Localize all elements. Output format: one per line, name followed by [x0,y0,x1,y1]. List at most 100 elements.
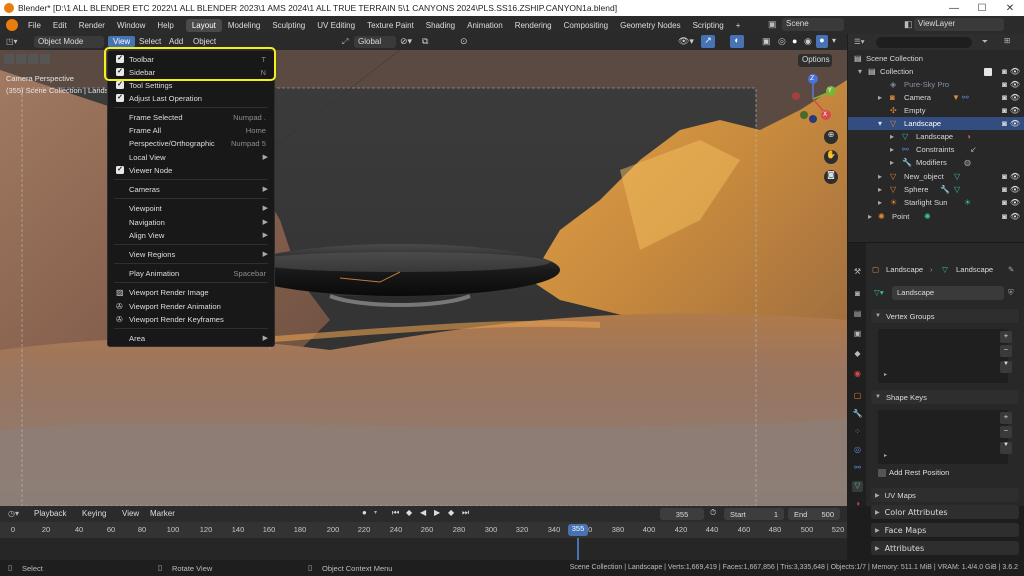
exclude-checkbox[interactable] [984,67,992,76]
menu-item-perspective-orthographic[interactable]: Perspective/Orthographic Numpad 5 [108,137,274,149]
add-vertex-group-button[interactable]: + [1000,331,1012,343]
select-extend-icon[interactable] [16,54,26,64]
tab-shading[interactable]: Shading [420,19,461,32]
filter-icon[interactable]: ⏷ [982,37,988,47]
transform-orientation-selector[interactable]: Global [354,36,396,48]
menu-item-viewer-node[interactable]: ✓ Viewer Node [108,164,274,176]
pin-icon[interactable]: ✎ [1008,265,1014,274]
outliner-row-collection[interactable]: ▾ ▤ Collection ◙ 👁 [848,65,1024,78]
modifiers-tab-icon[interactable]: 🔧 [852,409,863,420]
outliner-row-landscape[interactable]: ▾ ▽ Landscape ◙ 👁 [848,117,1024,130]
menu-marker[interactable]: Marker [150,509,175,518]
vertex-group-menu-icon[interactable]: ▼ [1000,361,1012,373]
menu-render[interactable]: Render [73,21,111,30]
zoom-icon[interactable]: ⊕ [824,130,838,144]
menu-item-cameras[interactable]: Cameras ▶ [108,183,274,195]
panel-face-maps-header[interactable]: ▶ Face Maps [871,523,1019,537]
play-reverse-icon[interactable]: ◀ [420,508,426,517]
outliner-row-camera[interactable]: ▸ ◙ Camera ▼ ⚯ ◙ 👁 [848,91,1024,104]
stopwatch-icon[interactable]: ⏱ [710,508,716,518]
menu-item-local-view[interactable]: Local View ▶ [108,151,274,163]
menu-item-align-view[interactable]: Align View ▶ [108,229,274,241]
material-shading-icon[interactable]: ◉ [804,36,812,47]
menu-timeline-view[interactable]: View [122,509,139,518]
new-collection-icon[interactable]: ⊞ [1004,36,1010,45]
jump-end-icon[interactable]: ⏭ [462,508,469,518]
render-toggle-icon[interactable]: ◙ [1002,93,1007,102]
render-toggle-icon[interactable]: ◙ [1002,119,1007,128]
menu-item-view-regions[interactable]: View Regions ▶ [108,248,274,260]
menu-item-adjust-last-operation[interactable]: ✓ Adjust Last Operation [108,92,274,104]
start-frame-field[interactable]: Start 1 [724,508,784,520]
shield-icon[interactable]: ⛨ [1008,288,1014,298]
object-tab-icon[interactable]: ▢ [852,391,863,402]
jump-start-icon[interactable]: ⏮ [392,508,399,518]
add-shape-key-button[interactable]: + [1000,412,1012,424]
pivot-point-icon[interactable]: ⊘▾ [400,36,412,47]
expand-arrow-icon[interactable]: ▾ [878,119,882,128]
tab-texture-paint[interactable]: Texture Paint [361,19,420,32]
menu-help[interactable]: Help [151,21,179,30]
tab-compositing[interactable]: Compositing [558,19,614,32]
panel-attributes-header[interactable]: ▶ Attributes [871,541,1019,555]
playhead-frame-label[interactable]: 355 [568,524,588,536]
expand-arrow-icon[interactable]: ▸ [890,158,894,167]
expand-arrow-icon[interactable]: ▸ [890,145,894,154]
physics-tab-icon[interactable]: ◎ [852,445,863,456]
pan-hand-icon[interactable]: ✋ [824,150,838,164]
mode-selector[interactable]: Object Mode [34,36,104,48]
timeline-keyframe-area[interactable] [0,538,847,560]
outliner-row-modifiers[interactable]: ▸ 🔧 Modifiers ◍ [848,156,1024,169]
list-resize-icon[interactable]: ▸ [884,452,887,459]
xray-icon[interactable]: ▣ [762,36,771,47]
render-tab-icon[interactable]: ◙ [852,289,863,300]
visibility-eye-icon[interactable]: 👁 [1010,185,1020,194]
panel-vertex-groups-header[interactable]: ▼ Vertex Groups [871,309,1019,323]
world-tab-icon[interactable]: ◉ [852,369,863,380]
tool-tab-icon[interactable]: ⚒ [852,267,863,278]
menu-keying[interactable]: Keying [82,509,106,518]
remove-vertex-group-button[interactable]: − [1000,345,1012,357]
menu-select[interactable]: Select [134,36,166,47]
select-invert-icon[interactable] [40,54,50,64]
outliner-row-starlight-sun[interactable]: ▸ ☀ Starlight Sun ☀ ◙ 👁 [848,196,1024,209]
constraints-tab-icon[interactable]: ⚯ [852,463,863,474]
blender-menu-icon[interactable] [6,19,18,31]
panel-color-attributes-header[interactable]: ▶ Color Attributes [871,505,1019,519]
menu-item-viewport-render-keyframes[interactable]: ✇ Viewport Render Keyframes [108,313,274,325]
render-toggle-icon[interactable]: ◙ [1002,172,1007,181]
visibility-eye-icon[interactable]: 👁 [1010,198,1020,207]
render-toggle-icon[interactable]: ◙ [1002,106,1007,115]
minimize-button[interactable]: — [940,0,968,16]
particles-tab-icon[interactable]: ⁘ [852,427,863,438]
material-tab-icon[interactable]: ◑ [852,499,863,510]
shading-options-icon[interactable]: ▾ [832,36,836,45]
render-toggle-icon[interactable]: ◙ [1002,67,1007,76]
view-layer-tab-icon[interactable]: ▣ [852,329,863,340]
timeline-ruler[interactable]: 0 20 40 60 80 100 120 140 160 180 200 22… [0,522,847,538]
add-workspace-button[interactable]: + [730,19,747,32]
outliner-search-input[interactable] [876,37,972,48]
menu-add[interactable]: Add [164,36,188,47]
tab-geometry-nodes[interactable]: Geometry Nodes [614,19,686,32]
tab-animation[interactable]: Animation [461,19,509,32]
play-icon[interactable]: ▶ [434,508,440,517]
overlay-toggle-icon[interactable]: ◐ [730,35,744,48]
visibility-eye-icon[interactable]: 👁 [1010,93,1020,102]
view-layer-selector[interactable]: ViewLayer [914,18,1004,31]
scene-selector[interactable]: Scene [782,18,844,31]
auto-keying-icon[interactable]: ● [362,508,367,517]
maximize-button[interactable]: ☐ [968,0,996,16]
outliner-row-point[interactable]: ▸ ✺ Point ✺ ◙ 👁 [848,210,1024,223]
outliner-row-empty[interactable]: ✣ Empty ◙ 👁 [848,104,1024,117]
jump-next-keyframe-icon[interactable]: ◆ [448,508,454,517]
menu-playback[interactable]: Playback [34,509,66,518]
scene-tab-icon[interactable]: ◆ [852,349,863,360]
checkbox-checked-icon[interactable]: ✓ [116,81,124,89]
select-subtract-icon[interactable] [28,54,38,64]
visibility-eye-icon[interactable]: 👁 [1010,172,1020,181]
expand-arrow-icon[interactable]: ▸ [878,172,882,181]
panel-shape-keys-header[interactable]: ▼ Shape Keys [871,390,1019,404]
expand-arrow-icon[interactable]: ▸ [878,185,882,194]
visibility-eye-icon[interactable]: 👁 [1010,67,1020,76]
